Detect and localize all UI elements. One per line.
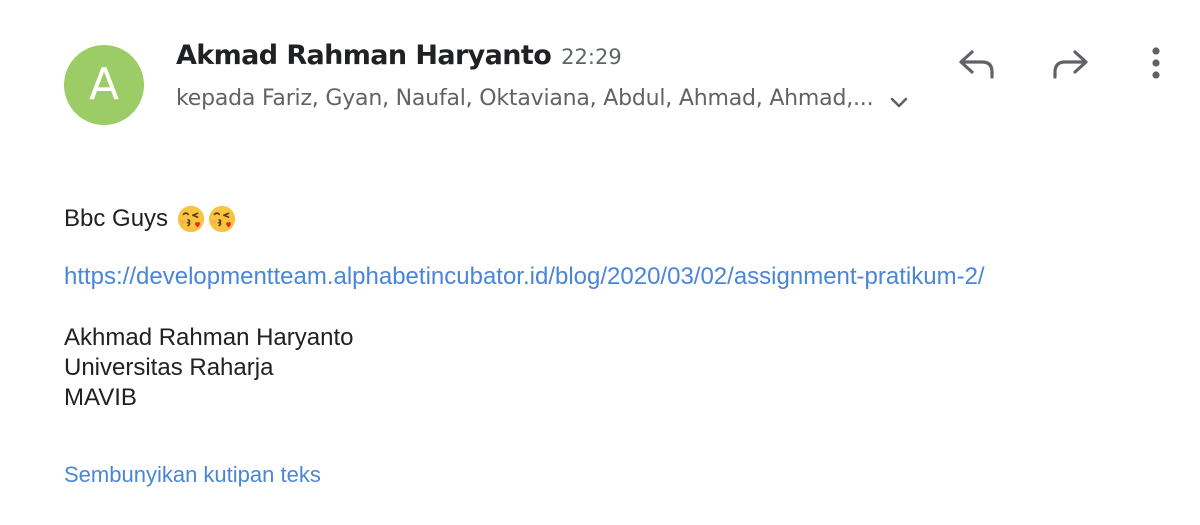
recipients-row[interactable]: kepada Fariz, Gyan, Naufal, Oktaviana, A…: [176, 86, 911, 111]
greeting-text: Bbc Guys: [64, 205, 169, 232]
sender-header: Akmad Rahman Haryanto 22:29: [176, 40, 622, 71]
chevron-down-icon: [891, 97, 908, 107]
blog-link[interactable]: https://developmentteam.alphabetincubato…: [64, 263, 985, 291]
expand-details-button[interactable]: [887, 91, 911, 115]
greeting-line: Bbc Guys: [64, 204, 237, 234]
avatar[interactable]: A: [64, 45, 144, 125]
reply-icon: [959, 50, 994, 79]
signature-name: Akhmad Rahman Haryanto: [64, 324, 354, 351]
recipients-summary[interactable]: kepada Fariz, Gyan, Naufal, Oktaviana, A…: [176, 86, 874, 111]
forward-icon: [1053, 50, 1088, 79]
reply-button[interactable]: [952, 38, 1000, 86]
sender-name[interactable]: Akmad Rahman Haryanto: [176, 40, 552, 71]
kissing-heart-emoji-icon: [177, 205, 205, 233]
forward-button[interactable]: [1047, 38, 1095, 86]
hide-quoted-text-link[interactable]: Sembunyikan kutipan teks: [64, 462, 321, 488]
signature-university: Universitas Raharja: [64, 354, 274, 381]
send-time: 22:29: [561, 45, 622, 69]
signature-group: MAVIB: [64, 384, 137, 411]
more-vert-icon: [1152, 47, 1160, 79]
avatar-letter: A: [88, 59, 120, 110]
email-message-view: A Akmad Rahman Haryanto 22:29 kepada Far…: [0, 0, 1200, 525]
kissing-heart-emoji-icon: [208, 205, 236, 233]
more-options-button[interactable]: [1132, 38, 1180, 86]
